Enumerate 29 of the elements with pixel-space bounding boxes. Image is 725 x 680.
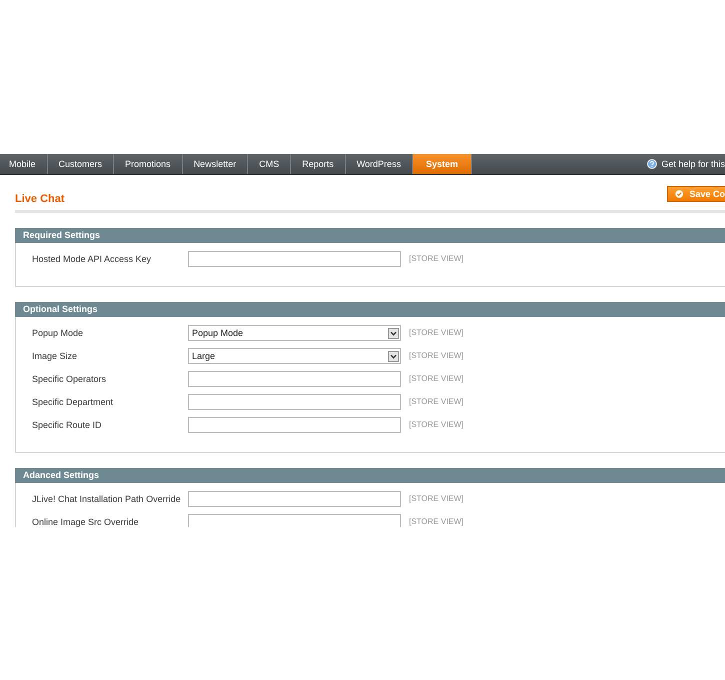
scope-label: [STORE VIEW] xyxy=(409,350,464,362)
scope-label: [STORE VIEW] xyxy=(409,327,464,339)
nav-tab[interactable]: Promotions xyxy=(114,154,183,174)
page-title: Live Chat xyxy=(15,193,65,205)
field-label: Hosted Mode API Access Key xyxy=(32,253,152,266)
field-label: Specific Route ID xyxy=(32,419,103,432)
scope-label: [STORE VIEW] xyxy=(409,396,464,408)
scope-label: [STORE VIEW] xyxy=(409,493,464,505)
dropdown[interactable]: Popup Mode xyxy=(188,325,401,341)
nav-tab[interactable]: Reports xyxy=(291,154,346,174)
nav-tab[interactable]: Mobile xyxy=(0,154,48,174)
section-header: Adanced Settings xyxy=(15,468,725,483)
nav-tab[interactable]: Newsletter xyxy=(182,154,248,174)
field-label: Popup Mode xyxy=(32,327,84,340)
scope-label: [STORE VIEW] xyxy=(409,373,464,385)
scope-label: [STORE VIEW] xyxy=(409,419,464,431)
dropdown[interactable]: Large xyxy=(188,348,401,364)
field-label: Specific Department xyxy=(32,396,114,409)
field-label: Image Size xyxy=(32,350,78,363)
scope-label: [STORE VIEW] xyxy=(409,253,464,265)
nav-tab[interactable]: CMS xyxy=(248,154,292,174)
section-header: Optional Settings xyxy=(15,302,725,317)
scope-label: [STORE VIEW] xyxy=(409,516,464,527)
section-header: Required Settings xyxy=(15,228,725,243)
field-label: JLive! Chat Installation Path Override xyxy=(32,493,182,506)
help-link[interactable]: Get help for this xyxy=(661,159,725,169)
field-label: Specific Operators xyxy=(32,373,108,386)
nav-tab[interactable]: Customers xyxy=(48,154,114,174)
field-label: Online Image Src Override xyxy=(32,516,140,527)
